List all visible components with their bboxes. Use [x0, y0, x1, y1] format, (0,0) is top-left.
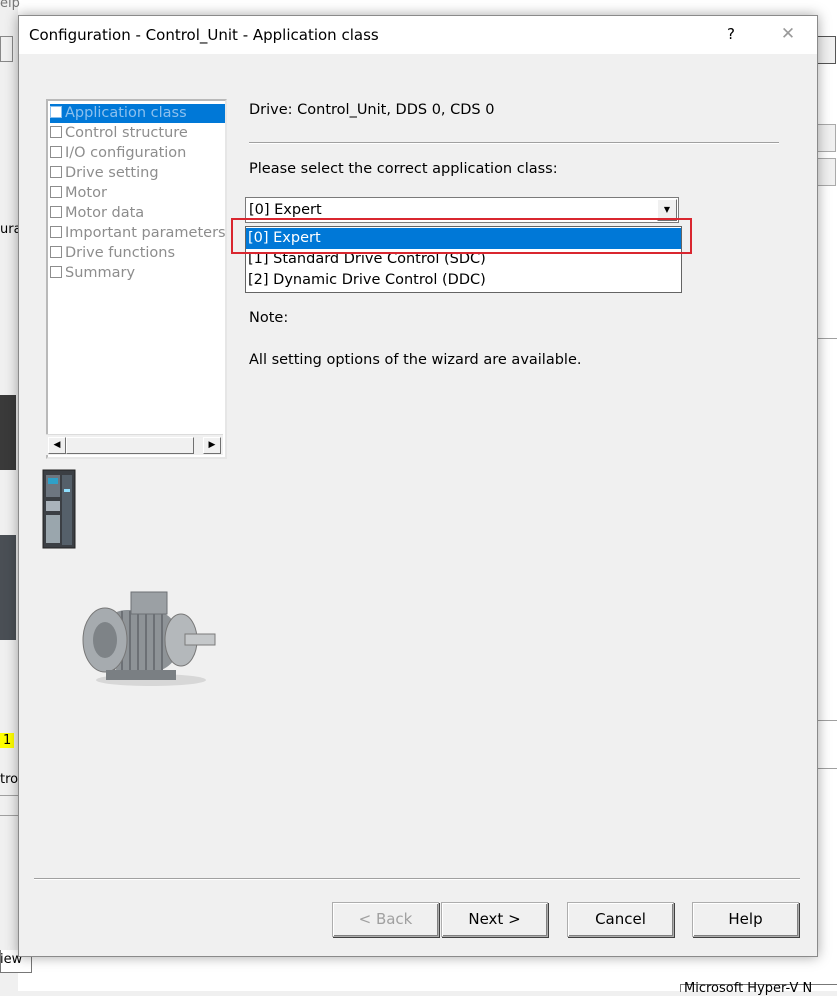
- option-expert[interactable]: [0] Expert: [246, 228, 681, 249]
- checkbox-icon: [50, 246, 62, 258]
- background-panel: [0, 0, 18, 991]
- help-button[interactable]: Help: [692, 902, 799, 937]
- step-label: Summary: [65, 265, 136, 281]
- step-label: Application class: [65, 105, 187, 121]
- background-tag: 1: [0, 733, 15, 748]
- background-toolbar-button[interactable]: [816, 36, 836, 64]
- configuration-dialog: Configuration - Control_Unit - Applicati…: [18, 15, 818, 957]
- checkbox-icon: [50, 206, 62, 218]
- drive-info: Drive: Control_Unit, DDS 0, CDS 0: [249, 102, 495, 118]
- step-label: I/O configuration: [65, 145, 187, 161]
- next-button[interactable]: Next >: [441, 902, 548, 937]
- background-button[interactable]: [816, 158, 836, 186]
- checkbox-icon: [50, 226, 62, 238]
- background-device-image: [0, 395, 16, 470]
- step-motor[interactable]: Motor: [50, 184, 225, 203]
- step-important-parameters[interactable]: Important parameters: [50, 224, 226, 243]
- step-summary[interactable]: Summary: [50, 264, 225, 283]
- scroll-left-icon[interactable]: ◀: [48, 437, 66, 454]
- step-motor-data[interactable]: Motor data: [50, 204, 225, 223]
- back-button[interactable]: < Back: [332, 902, 439, 937]
- background-divider: [816, 338, 837, 339]
- dialog-titlebar: Configuration - Control_Unit - Applicati…: [19, 16, 817, 54]
- step-application-class[interactable]: Application class: [50, 104, 225, 123]
- step-label: Drive setting: [65, 165, 159, 181]
- motor-image: [82, 591, 216, 686]
- application-class-select[interactable]: [0] Expert ▼: [245, 197, 679, 223]
- background-button[interactable]: [816, 124, 836, 152]
- background-device-image: [0, 535, 16, 640]
- drive-unit-image: [42, 469, 76, 549]
- background-divider: [816, 720, 837, 721]
- step-label: Motor: [65, 185, 107, 201]
- checkbox-icon: [50, 166, 62, 178]
- application-class-prompt: Please select the correct application cl…: [249, 161, 558, 177]
- chevron-down-icon[interactable]: ▼: [657, 199, 677, 221]
- background-status-text: Microsoft Hyper-V N: [684, 981, 813, 996]
- step-drive-functions[interactable]: Drive functions: [50, 244, 225, 263]
- note-label: Note:: [249, 310, 289, 326]
- checkbox-icon: [50, 146, 62, 158]
- step-io-configuration[interactable]: I/O configuration: [50, 144, 225, 163]
- horizontal-scrollbar[interactable]: ◀ ▶: [46, 434, 223, 455]
- selected-value: [0] Expert: [249, 202, 322, 218]
- scroll-thumb[interactable]: [66, 437, 194, 454]
- background-menu-fragment: elp: [0, 0, 20, 11]
- background-divider: [816, 768, 837, 769]
- step-label: Important parameters: [65, 225, 226, 241]
- option-dynamic-drive-control[interactable]: [2] Dynamic Drive Control (DDC): [246, 270, 681, 291]
- cancel-button[interactable]: Cancel: [567, 902, 674, 937]
- background-divider: [0, 795, 18, 796]
- note-text: All setting options of the wizard are av…: [249, 352, 582, 368]
- help-icon[interactable]: ?: [719, 22, 743, 46]
- checkbox-icon: [50, 126, 62, 138]
- background-divider: [0, 815, 18, 816]
- step-label: Drive functions: [65, 245, 176, 261]
- scroll-right-icon[interactable]: ▶: [203, 437, 221, 454]
- wizard-step-list[interactable]: Application class Control structure I/O …: [46, 99, 227, 459]
- option-standard-drive-control[interactable]: [1] Standard Drive Control (SDC): [246, 249, 681, 270]
- checkbox-icon: [50, 106, 62, 118]
- checkbox-icon: [50, 186, 62, 198]
- application-class-dropdown[interactable]: [0] Expert [1] Standard Drive Control (S…: [245, 226, 682, 293]
- background-toolbar-button[interactable]: [0, 36, 13, 62]
- checkbox-icon: [50, 266, 62, 278]
- dialog-title: Configuration - Control_Unit - Applicati…: [29, 26, 379, 44]
- close-icon[interactable]: ✕: [776, 22, 800, 46]
- divider: [34, 878, 800, 880]
- step-control-structure[interactable]: Control structure: [50, 124, 225, 143]
- step-drive-setting[interactable]: Drive setting: [50, 164, 225, 183]
- step-label: Motor data: [65, 205, 145, 221]
- divider: [249, 142, 779, 144]
- step-label: Control structure: [65, 125, 188, 141]
